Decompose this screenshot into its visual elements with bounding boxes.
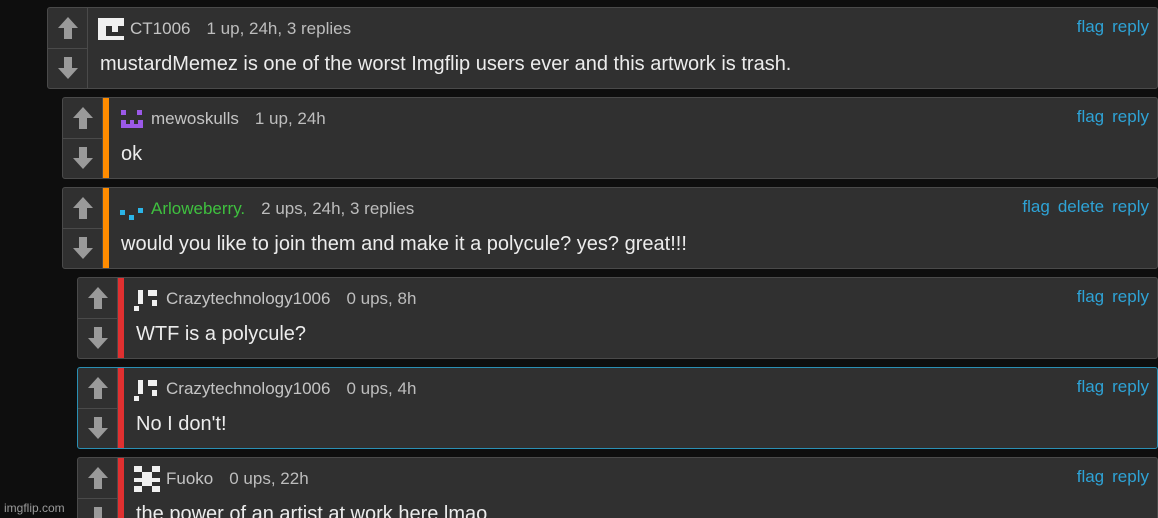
comment-body: Crazytechnology1006 0 ups, 4h flag reply … [124,368,1157,448]
comment-stats: 1 up, 24h [254,109,326,128]
upvote-button[interactable] [48,8,87,49]
comment-actions: flag delete reply [1014,197,1149,217]
downvote-button[interactable] [63,139,102,179]
up-arrow-icon [87,466,108,489]
vote-column [78,368,118,448]
comment-stats: 2 ups, 24h, 3 replies [261,199,415,218]
comment-text: No I don't! [136,413,227,435]
reply-link[interactable]: reply [1112,377,1149,396]
flag-link[interactable]: flag [1077,17,1104,36]
up-arrow-icon [87,376,108,399]
flag-link[interactable]: flag [1077,107,1104,126]
comment-meta: mewoskulls 1 up, 24h [119,106,326,132]
comment-text: mustardMemez is one of the worst Imgflip… [100,53,792,75]
blue-pixel-face-icon[interactable] [119,196,145,222]
username-link[interactable]: CT1006 [130,19,190,39]
up-arrow-icon [87,286,108,309]
comment-actions: flag reply [1069,17,1149,37]
comment: Crazytechnology1006 0 ups, 8h flag reply … [77,277,1158,359]
flag-link[interactable]: flag [1077,467,1104,486]
comment-actions: flag reply [1069,107,1149,127]
flag-link[interactable]: flag [1077,287,1104,306]
upvote-button[interactable] [78,278,117,319]
down-arrow-icon [87,327,108,350]
reply-link[interactable]: reply [1112,467,1149,486]
comment-body: Fuoko 0 ups, 22h flag reply the power of … [124,458,1157,518]
comment-stats: 1 up, 24h, 3 replies [206,19,352,38]
downvote-button[interactable] [63,229,102,269]
reply-link[interactable]: reply [1112,107,1149,126]
comment: Fuoko 0 ups, 22h flag reply the power of … [77,457,1158,518]
downvote-button[interactable] [48,49,87,89]
up-arrow-icon [72,106,93,129]
comment: CT1006 1 up, 24h, 3 replies flag reply mu… [47,7,1158,89]
comment-text: would you like to join them and make it … [121,233,687,255]
comment: mewoskulls 1 up, 24h flag reply ok [62,97,1158,179]
vote-column [63,188,103,268]
white-pixel-avatar-icon[interactable] [98,16,124,42]
white-pixel-pattern-icon[interactable] [134,466,160,492]
down-arrow-icon [93,507,102,518]
comment-stats: 0 ups, 4h [346,379,417,398]
downvote-button[interactable] [78,409,117,449]
comment-text: WTF is a polycule? [136,323,307,345]
comment-actions: flag reply [1069,377,1149,397]
comment-meta: Fuoko 0 ups, 22h [134,466,309,492]
comment-meta: Crazytechnology1006 0 ups, 4h [134,376,416,402]
vote-column [48,8,88,88]
flag-link[interactable]: flag [1022,197,1049,216]
down-arrow-icon [72,237,93,260]
comment-meta: CT1006 1 up, 24h, 3 replies [98,16,351,42]
username-link[interactable]: Fuoko [166,469,213,489]
downvote-button[interactable] [78,319,117,359]
comment-stats: 0 ups, 22h [229,469,309,488]
upvote-button[interactable] [78,368,117,409]
comment-text: ok [121,143,143,165]
comment-body: mewoskulls 1 up, 24h flag reply ok [109,98,1157,178]
comment-body: CT1006 1 up, 24h, 3 replies flag reply mu… [88,8,1157,88]
flag-link[interactable]: flag [1077,377,1104,396]
comment-text: the power of an artist at work here lmao [136,503,488,518]
comment-meta: Crazytechnology1006 0 ups, 8h [134,286,416,312]
reply-link[interactable]: reply [1112,197,1149,216]
down-arrow-icon [87,417,108,440]
comment-body: Arloweberry. 2 ups, 24h, 3 replies flag d… [109,188,1157,268]
username-link[interactable]: Crazytechnology1006 [166,289,330,309]
purple-pixel-face-icon[interactable] [119,106,145,132]
up-arrow-icon [57,16,78,39]
imgflip-watermark: imgflip.com [4,501,65,515]
vote-column [78,278,118,358]
down-arrow-icon [57,57,78,80]
comment-actions: flag reply [1069,287,1149,307]
comment-highlighted: Crazytechnology1006 0 ups, 4h flag reply … [77,367,1158,449]
upvote-button[interactable] [63,188,102,229]
reply-link[interactable]: reply [1112,287,1149,306]
delete-link[interactable]: delete [1058,197,1104,216]
comment: Arloweberry. 2 ups, 24h, 3 replies flag d… [62,187,1158,269]
comment-body: Crazytechnology1006 0 ups, 8h flag reply … [124,278,1157,358]
username-link[interactable]: mewoskulls [151,109,239,129]
vote-column [63,98,103,178]
down-arrow-icon [72,147,93,170]
username-link[interactable]: Arloweberry. [151,199,245,219]
comment-actions: flag reply [1069,467,1149,487]
username-link[interactable]: Crazytechnology1006 [166,379,330,399]
up-arrow-icon [72,196,93,219]
comment-thread: CT1006 1 up, 24h, 3 replies flag reply mu… [0,0,1158,518]
comment-stats: 0 ups, 8h [346,289,417,308]
upvote-button[interactable] [63,98,102,139]
upvote-button[interactable] [78,458,117,499]
downvote-button[interactable] [78,499,117,518]
comment-meta: Arloweberry. 2 ups, 24h, 3 replies [119,196,414,222]
white-pixel-avatar-icon[interactable] [134,376,160,402]
vote-column [78,458,118,518]
reply-link[interactable]: reply [1112,17,1149,36]
white-pixel-avatar-icon[interactable] [134,286,160,312]
